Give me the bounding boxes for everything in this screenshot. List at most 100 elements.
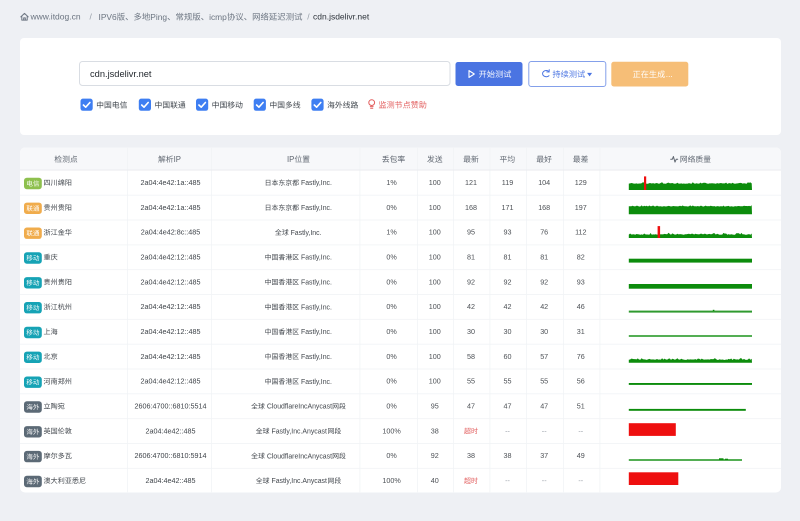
svg-text:100: 100 [429, 277, 441, 286]
svg-text:95: 95 [467, 228, 475, 237]
svg-text:Fastly,Inc.: Fastly,Inc. [301, 255, 332, 262]
svg-text:42: 42 [540, 302, 548, 311]
svg-text:Fastly,Inc.: Fastly,Inc. [301, 379, 332, 386]
svg-text:31: 31 [577, 327, 585, 336]
svg-text:112: 112 [575, 228, 586, 237]
svg-text:2a04:4e42:12::485: 2a04:4e42:12::485 [141, 302, 201, 311]
svg-text:56: 56 [577, 377, 585, 386]
svg-text:55: 55 [504, 377, 512, 386]
svg-text:www.itdog.cn: www.itdog.cn [30, 12, 81, 22]
svg-text:0%: 0% [386, 402, 397, 411]
svg-text:100: 100 [429, 203, 441, 212]
svg-text:2606:4700::6810:5514: 2606:4700::6810:5514 [135, 402, 207, 411]
svg-text:40: 40 [431, 476, 439, 485]
svg-text:92: 92 [467, 277, 475, 286]
svg-text:0%: 0% [386, 203, 397, 212]
svg-text:--: -- [578, 476, 583, 485]
svg-text:IP: IP [174, 155, 181, 164]
svg-text:Fastly,Inc.: Fastly,Inc. [301, 354, 332, 361]
svg-text:100%: 100% [382, 476, 401, 485]
svg-text:2606:4700::6810:5914: 2606:4700::6810:5914 [135, 451, 207, 460]
svg-text:0%: 0% [386, 377, 397, 386]
svg-text:49: 49 [577, 451, 585, 460]
svg-text:0%: 0% [386, 352, 397, 361]
svg-text:38: 38 [504, 451, 512, 460]
svg-text:--: -- [578, 426, 583, 435]
svg-text:2a04:4e42:8c::485: 2a04:4e42:8c::485 [141, 228, 201, 237]
svg-text:Fastly,Inc.: Fastly,Inc. [301, 280, 332, 287]
svg-text:81: 81 [540, 253, 548, 262]
svg-text:CloudflareIncAnycast: CloudflareIncAnycast [267, 453, 332, 460]
svg-text:0%: 0% [386, 451, 397, 460]
svg-text:2a04:4e42:1a::485: 2a04:4e42:1a::485 [141, 178, 201, 187]
svg-text:55: 55 [467, 377, 475, 386]
svg-text:Fastly,Inc.: Fastly,Inc. [301, 304, 332, 311]
svg-text:0%: 0% [386, 327, 397, 336]
svg-text:100: 100 [429, 352, 441, 361]
svg-text:Fastly,Inc.: Fastly,Inc. [301, 329, 332, 336]
svg-text:100: 100 [429, 327, 441, 336]
svg-text:197: 197 [575, 203, 587, 212]
svg-text:Fastly,Inc.: Fastly,Inc. [301, 180, 332, 187]
svg-text:cdn.jsdelivr.net: cdn.jsdelivr.net [313, 12, 370, 22]
svg-text:168: 168 [465, 203, 477, 212]
svg-text:30: 30 [467, 327, 475, 336]
svg-text:100: 100 [429, 377, 441, 386]
svg-text:Fastly,Inc.: Fastly,Inc. [291, 230, 322, 237]
svg-text:60: 60 [504, 352, 512, 361]
svg-text:95: 95 [431, 402, 439, 411]
svg-text:2a04:4e42:12::485: 2a04:4e42:12::485 [141, 253, 201, 262]
svg-text:2a04:4e42:1a::485: 2a04:4e42:1a::485 [141, 203, 201, 212]
svg-text:129: 129 [575, 178, 587, 187]
svg-text:30: 30 [504, 327, 512, 336]
svg-text:CloudflareIncAnycast: CloudflareIncAnycast [267, 404, 332, 411]
svg-text:81: 81 [504, 253, 512, 262]
svg-text:2a04:4e42::485: 2a04:4e42::485 [146, 426, 196, 435]
svg-text:30: 30 [540, 327, 548, 336]
svg-text:--: -- [505, 476, 510, 485]
svg-text:1%: 1% [386, 228, 397, 237]
svg-text:...: ... [666, 70, 673, 79]
svg-text:100: 100 [429, 228, 441, 237]
svg-text:cdn.jsdelivr.net: cdn.jsdelivr.net [90, 69, 152, 79]
svg-text:37: 37 [540, 451, 548, 460]
svg-text:38: 38 [467, 451, 475, 460]
svg-text:168: 168 [538, 203, 550, 212]
svg-text:93: 93 [577, 277, 585, 286]
svg-text:42: 42 [467, 302, 475, 311]
svg-text:--: -- [542, 426, 547, 435]
svg-text:1%: 1% [386, 178, 397, 187]
svg-text:0%: 0% [386, 253, 397, 262]
svg-text:92: 92 [540, 277, 548, 286]
svg-text:38: 38 [431, 426, 439, 435]
svg-text:Fastly,Inc.Anycast: Fastly,Inc.Anycast [272, 478, 327, 485]
svg-text:47: 47 [540, 402, 548, 411]
svg-text:2a04:4e42:12::485: 2a04:4e42:12::485 [141, 327, 201, 336]
svg-text:92: 92 [431, 451, 439, 460]
svg-text:81: 81 [467, 253, 475, 262]
svg-text:2a04:4e42:12::485: 2a04:4e42:12::485 [141, 377, 201, 386]
svg-text:0%: 0% [386, 302, 397, 311]
svg-text:58: 58 [467, 352, 475, 361]
svg-text:55: 55 [540, 377, 548, 386]
svg-text:51: 51 [577, 402, 585, 411]
svg-text:121: 121 [465, 178, 477, 187]
svg-text:46: 46 [577, 302, 585, 311]
svg-text:92: 92 [504, 277, 512, 286]
svg-text:104: 104 [538, 178, 550, 187]
svg-text:57: 57 [540, 352, 548, 361]
svg-text:171: 171 [502, 203, 514, 212]
svg-text:2a04:4e42::485: 2a04:4e42::485 [146, 476, 196, 485]
svg-text:93: 93 [504, 228, 512, 237]
svg-text:IPV6: IPV6 [99, 12, 117, 22]
svg-text:119: 119 [502, 178, 513, 187]
svg-text:100: 100 [429, 253, 441, 262]
svg-text:--: -- [542, 476, 547, 485]
svg-text:Fastly,Inc.: Fastly,Inc. [301, 205, 332, 212]
svg-text:--: -- [505, 426, 510, 435]
svg-text:76: 76 [540, 228, 548, 237]
svg-text:100: 100 [429, 302, 441, 311]
svg-text:Ping: Ping [150, 12, 167, 22]
svg-text:2a04:4e42:12::485: 2a04:4e42:12::485 [141, 277, 201, 286]
svg-text:100: 100 [429, 178, 441, 187]
